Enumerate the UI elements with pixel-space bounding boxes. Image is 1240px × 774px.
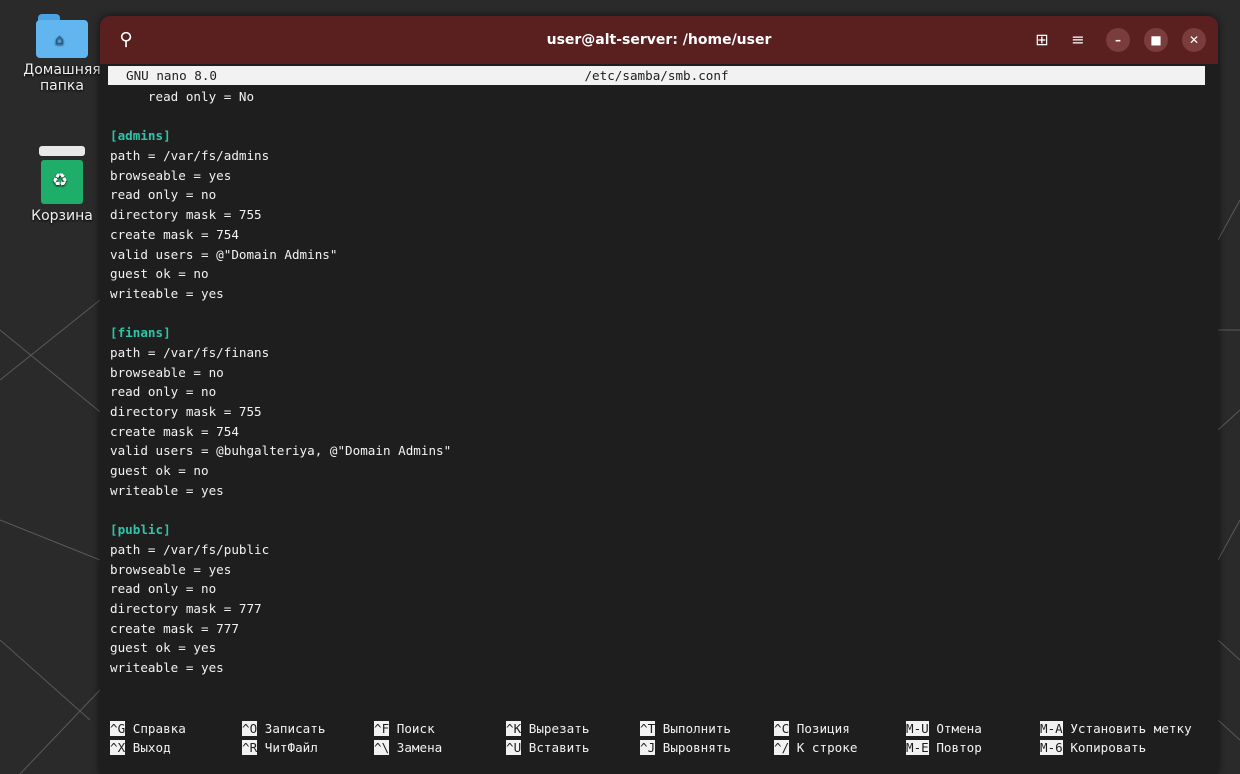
config-line: read only = No: [110, 89, 255, 104]
shortcut-label: Вырезать: [528, 721, 590, 736]
shortcut-label: Замена: [396, 740, 443, 755]
minimize-icon[interactable]: –: [1106, 28, 1130, 52]
shortcut-key: ^J: [640, 740, 656, 755]
home-folder-label-2: папка: [40, 78, 84, 94]
config-line: browseable = yes: [110, 561, 232, 577]
section-header-line: [finans]: [110, 325, 171, 341]
config-line: create mask = 754: [110, 423, 239, 439]
config-line: valid users = @"Domain Admins": [110, 246, 338, 262]
shortcut-bar: ^G Справка ^O Записать ^F Поиск ^K Вырезать…: [110, 719, 1210, 757]
titlebar: ⚲ user@alt-server: /home/user ⊞ ≡ – ■ ✕: [100, 16, 1218, 64]
shortcut-row: ^G Справка ^O Записать ^F Поиск ^K Вырезать…: [110, 719, 1210, 738]
editor-text[interactable]: read only = No [admins] path = /var/fs/adm…: [110, 87, 1200, 678]
shortcut-label: Отмена: [936, 721, 982, 736]
shortcut-key: ^G: [110, 721, 126, 736]
shortcut-item: M-U Отмена: [906, 719, 982, 738]
config-line: guest ok = yes: [110, 640, 217, 656]
config-line: writeable = yes: [110, 659, 224, 675]
shortcut-label: Повтор: [936, 740, 982, 755]
shortcut-item: ^T Выполнить: [640, 719, 731, 738]
config-line: read only = no: [110, 581, 217, 597]
shortcut-key: ^F: [374, 721, 390, 736]
shortcut-key: M-6: [1040, 740, 1063, 755]
shortcut-item: ^C Позиция: [774, 719, 850, 738]
shortcut-key: ^O: [242, 721, 258, 736]
shortcut-label: ЧитФайл: [264, 740, 318, 755]
trash-label: Корзина: [31, 208, 93, 224]
shortcut-item: ^\ Замена: [374, 738, 442, 757]
close-icon[interactable]: ✕: [1182, 28, 1206, 52]
config-line: read only = no: [110, 384, 217, 400]
config-line: create mask = 777: [110, 620, 239, 636]
shortcut-key: ^/: [774, 740, 790, 755]
shortcut-label: К строке: [796, 740, 858, 755]
shortcut-item: ^K Вырезать: [506, 719, 589, 738]
shortcut-label: Выход: [132, 740, 171, 755]
shortcut-label: Позиция: [796, 721, 850, 736]
shortcut-row: ^X Выход ^R ЧитФайл ^\ Замена ^U Вставить ^J…: [110, 738, 1210, 757]
shortcut-key: M-E: [906, 740, 929, 755]
nano-filename: /etc/samba/smb.conf: [584, 68, 729, 83]
shortcut-key: ^X: [110, 740, 126, 755]
config-line: directory mask = 755: [110, 207, 262, 223]
config-line: [110, 107, 1200, 127]
shortcut-label: Выполнить: [662, 721, 732, 736]
shortcut-label: Выровнять: [662, 740, 732, 755]
config-line: [110, 500, 1200, 520]
shortcut-key: ^R: [242, 740, 258, 755]
shortcut-key: ^U: [506, 740, 522, 755]
shortcut-label: Поиск: [396, 721, 435, 736]
shortcut-key: M-A: [1040, 721, 1063, 736]
shortcut-item: ^G Справка: [110, 719, 186, 738]
config-line: browseable = yes: [110, 167, 232, 183]
shortcut-item: M-E Повтор: [906, 738, 982, 757]
config-line: read only = no: [110, 187, 217, 203]
shortcut-item: ^F Поиск: [374, 719, 435, 738]
shortcut-label: Копировать: [1070, 740, 1147, 755]
shortcut-item: ^J Выровнять: [640, 738, 731, 757]
shortcut-item: M-A Установить метку: [1040, 719, 1192, 738]
shortcut-item: ^R ЧитФайл: [242, 738, 318, 757]
shortcut-key: ^\: [374, 740, 390, 755]
shortcut-item: ^O Записать: [242, 719, 325, 738]
section-header-line: [admins]: [110, 128, 171, 144]
config-line: guest ok = no: [110, 463, 209, 479]
desktop-icon-home[interactable]: ⌂ Домашняя папка: [12, 14, 112, 94]
terminal-window: ⚲ user@alt-server: /home/user ⊞ ≡ – ■ ✕ …: [100, 16, 1218, 774]
shortcut-key: ^T: [640, 721, 656, 736]
shortcut-key: ^C: [774, 721, 790, 736]
menu-icon[interactable]: ≡: [1066, 28, 1090, 52]
trash-icon: ♻: [39, 146, 85, 204]
config-line: directory mask = 755: [110, 404, 262, 419]
nano-header: GNU nano 8.0 /etc/samba/smb.conf: [108, 66, 1205, 85]
desktop-icon-trash[interactable]: ♻ Корзина: [12, 146, 112, 224]
config-line: writeable = yes: [110, 285, 224, 301]
maximize-icon[interactable]: ■: [1144, 28, 1168, 52]
config-line: valid users = @buhgalteriya, @"Domain Ad…: [110, 443, 452, 459]
config-line: create mask = 754: [110, 226, 239, 242]
shortcut-label: Записать: [264, 721, 326, 736]
shortcut-key: ^K: [506, 721, 522, 736]
config-line: path = /var/fs/finans: [110, 344, 270, 360]
config-line: [110, 304, 1200, 324]
shortcut-item: ^U Вставить: [506, 738, 589, 757]
new-tab-icon[interactable]: ⊞: [1030, 28, 1054, 52]
shortcut-label: Установить метку: [1070, 721, 1192, 736]
config-line: browseable = no: [110, 364, 224, 380]
section-header-line: [public]: [110, 522, 171, 538]
nano-editor[interactable]: GNU nano 8.0 /etc/samba/smb.conf read on…: [100, 64, 1218, 774]
shortcut-label: Вставить: [528, 740, 590, 755]
home-folder-label-1: Домашняя: [23, 62, 101, 78]
config-line: path = /var/fs/admins: [110, 148, 270, 164]
config-line: writeable = yes: [110, 482, 224, 498]
config-line: path = /var/fs/public: [110, 541, 270, 557]
config-line: guest ok = no: [110, 266, 209, 282]
shortcut-key: M-U: [906, 721, 929, 736]
shortcut-item: M-6 Копировать: [1040, 738, 1146, 757]
shortcut-item: ^/ К строке: [774, 738, 857, 757]
home-folder-icon: ⌂: [36, 14, 88, 58]
shortcut-item: ^X Выход: [110, 738, 171, 757]
shortcut-label: Справка: [132, 721, 186, 736]
config-line: directory mask = 777: [110, 600, 262, 616]
